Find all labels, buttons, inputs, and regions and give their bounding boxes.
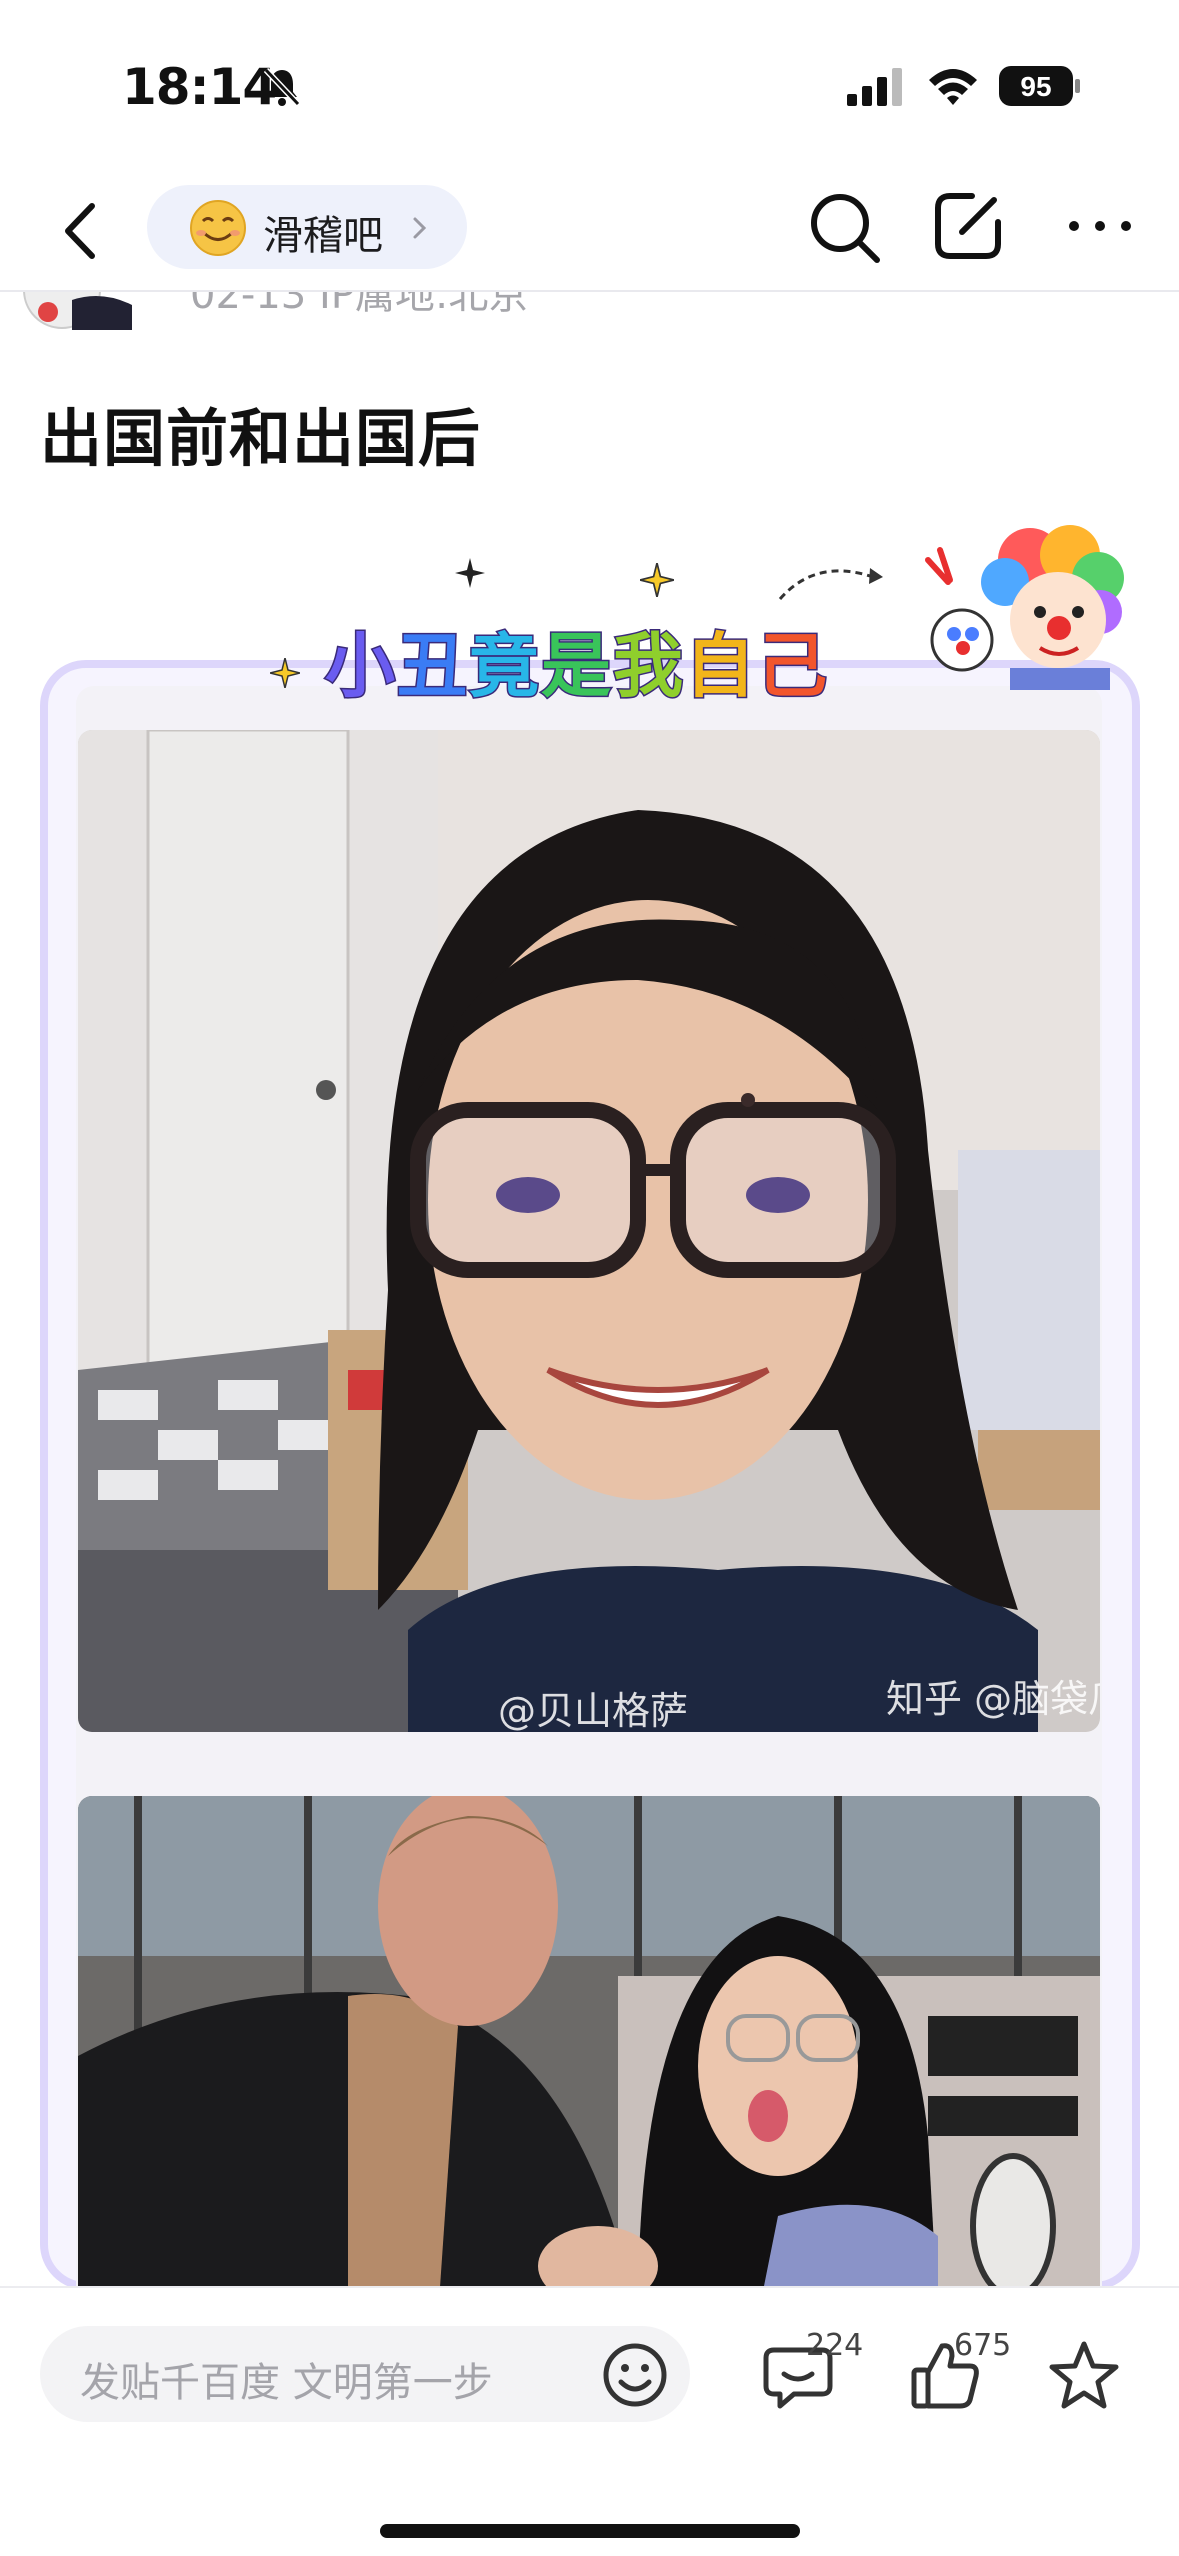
author-avatar[interactable] bbox=[22, 292, 142, 330]
sparkle-icon bbox=[640, 563, 674, 597]
sticker-text: 小丑竟是我自己 bbox=[324, 624, 829, 709]
status-time: 18:14 bbox=[122, 58, 277, 116]
sparkle-icon bbox=[455, 558, 485, 588]
post-image-1[interactable]: @贝山格萨 知乎 @脑袋瓜 bbox=[78, 730, 1100, 1732]
post-image-2[interactable] bbox=[78, 1796, 1100, 2316]
chevron-right-icon bbox=[413, 217, 427, 239]
like-count: 675 bbox=[954, 2328, 1012, 2363]
photo-selfie bbox=[78, 730, 1100, 1732]
comment-input[interactable]: 发贴千百度 文明第一步 bbox=[40, 2326, 690, 2422]
comment-placeholder: 发贴千百度 文明第一步 bbox=[80, 2360, 493, 2406]
search-icon[interactable] bbox=[805, 188, 885, 268]
reply-count: 224 bbox=[806, 2328, 864, 2363]
emoji-icon[interactable] bbox=[600, 2340, 670, 2410]
frame-sticker: 小丑竟是我自己 bbox=[270, 525, 1150, 709]
like-button[interactable]: 675 bbox=[908, 2328, 1028, 2418]
sparkle-icon bbox=[270, 658, 300, 688]
back-icon[interactable] bbox=[50, 192, 120, 270]
home-indicator bbox=[380, 2524, 800, 2538]
forum-chip[interactable]: 滑稽吧 bbox=[147, 185, 467, 269]
clown-icon bbox=[925, 525, 1124, 690]
bottom-bar: 发贴千百度 文明第一步 224 675 bbox=[0, 2286, 1179, 2556]
arrow-icon bbox=[778, 568, 883, 600]
post-title: 出国前和出国后 bbox=[40, 402, 482, 475]
svg-text:95: 95 bbox=[1020, 71, 1051, 102]
watermark-left: @贝山格萨 bbox=[498, 1689, 689, 1732]
status-bar: 18:14 95 bbox=[0, 0, 1179, 170]
nav-bar: 滑稽吧 bbox=[0, 170, 1179, 292]
more-icon[interactable] bbox=[1060, 206, 1140, 246]
author-meta: 02-13 IP属地:北京 bbox=[190, 292, 529, 318]
reply-button[interactable]: 224 bbox=[760, 2328, 880, 2418]
wifi-icon bbox=[929, 69, 977, 105]
bell-slash-icon bbox=[263, 67, 301, 107]
photo-couple bbox=[78, 1796, 1100, 2316]
star-icon bbox=[1049, 2341, 1119, 2409]
watermark-right: 知乎 @脑袋瓜 bbox=[886, 1677, 1100, 1721]
author-row: 02-13 IP属地:北京 bbox=[0, 292, 1179, 332]
battery-icon: 95 bbox=[999, 66, 1080, 106]
smiley-icon bbox=[190, 200, 246, 256]
forum-name: 滑稽吧 bbox=[263, 213, 383, 259]
signal-icon bbox=[847, 68, 902, 106]
edit-icon[interactable] bbox=[928, 186, 1008, 266]
favorite-button[interactable] bbox=[1046, 2338, 1126, 2418]
